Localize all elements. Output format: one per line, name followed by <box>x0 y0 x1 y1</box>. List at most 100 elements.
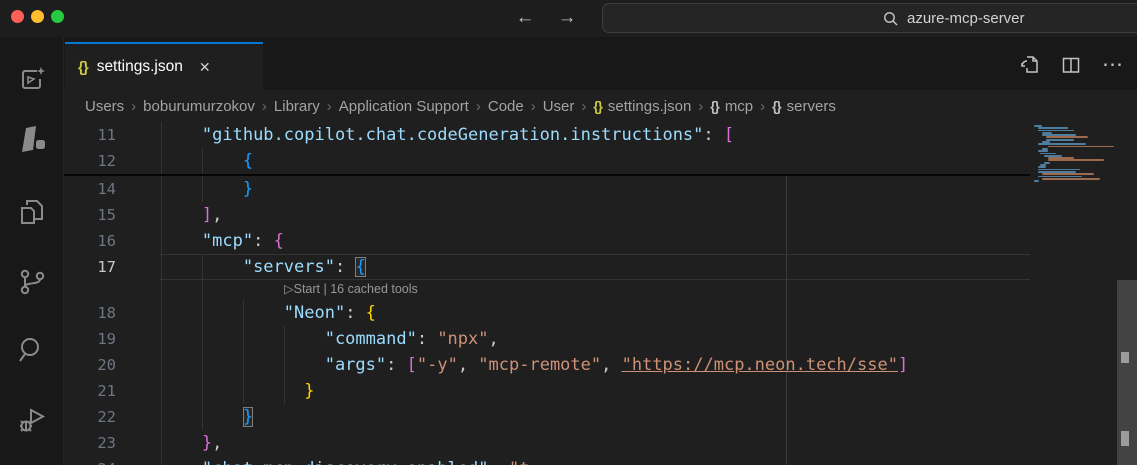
search-view-icon[interactable] <box>16 334 48 366</box>
title-bar: ← → azure-mcp-server <box>0 0 1137 37</box>
line-number[interactable]: 15 <box>64 202 116 228</box>
copilot-edits-icon[interactable] <box>16 64 48 96</box>
minimap-line <box>1048 146 1114 148</box>
chevron-right-icon: › <box>698 98 703 115</box>
search-icon <box>883 11 899 27</box>
breadcrumb-label: Application Support <box>339 98 469 115</box>
code-line-21[interactable]: 21 } <box>64 378 1030 404</box>
search-query-text: azure-mcp-server <box>907 4 1025 33</box>
code-text: { <box>116 151 253 171</box>
more-actions-icon[interactable]: ⋯ <box>1102 55 1123 75</box>
breadcrumb-label: Library <box>274 98 320 115</box>
sticky-scroll[interactable]: 11 "github.copilot.chat.codeGeneration.i… <box>64 122 1030 174</box>
line-number[interactable]: 16 <box>64 228 116 254</box>
breadcrumb-label: User <box>543 98 575 115</box>
line-number[interactable]: 23 <box>64 430 116 456</box>
chevron-right-icon: › <box>262 98 267 115</box>
line-number[interactable]: 24 <box>64 456 116 465</box>
json-symbol-icon: {} <box>772 99 781 114</box>
json-file-icon: {} <box>78 59 88 76</box>
code-line-22[interactable]: 22 } <box>64 404 1030 430</box>
line-number[interactable]: 11 <box>64 122 116 148</box>
close-tab-icon[interactable]: ✕ <box>199 59 211 76</box>
breadcrumb-item-code[interactable]: Code <box>488 98 524 115</box>
sticky-scroll-separator <box>64 174 1030 176</box>
chevron-right-icon: › <box>327 98 332 115</box>
code-text: } <box>116 381 314 401</box>
code-text: } <box>116 179 253 199</box>
run-and-debug-icon[interactable] <box>16 404 48 436</box>
split-editor-icon[interactable] <box>1061 55 1081 75</box>
open-settings-ui-icon[interactable] <box>1019 54 1040 75</box>
chevron-right-icon: › <box>760 98 765 115</box>
tab-settings-json[interactable]: {} settings.json ✕ <box>65 42 263 90</box>
code-line-11[interactable]: 11 "github.copilot.chat.codeGeneration.i… <box>64 122 1030 148</box>
code-text: "args": ["-y", "mcp-remote", "https://mc… <box>116 355 908 375</box>
line-number[interactable]: 14 <box>64 176 116 202</box>
breadcrumb-item-servers[interactable]: {} servers <box>772 98 836 115</box>
breadcrumb-item-mcp[interactable]: {}mcp <box>710 98 753 115</box>
code-text: } <box>116 407 253 427</box>
code-line-16[interactable]: 16 "mcp": { <box>64 228 1030 254</box>
code-line-19[interactable]: 19 "command": "npx", <box>64 326 1030 352</box>
code-line-17[interactable]: 17 "servers": { <box>64 254 1030 280</box>
copilot-icon[interactable] <box>16 124 48 156</box>
chevron-right-icon: › <box>476 98 481 115</box>
minimap-line <box>1042 178 1100 180</box>
line-number[interactable]: 12 <box>64 148 116 174</box>
command-center-search[interactable]: azure-mcp-server <box>602 3 1137 33</box>
code-text: "chat.mcp.discovery.enabled": "t <box>116 459 529 465</box>
breadcrumb-item-boburumurzokov[interactable]: boburumurzokov <box>143 98 255 115</box>
breadcrumb: Users › boburumurzokov › Library › Application… <box>64 90 1137 122</box>
line-number[interactable]: 20 <box>64 352 116 378</box>
line-number[interactable]: 19 <box>64 326 116 352</box>
line-number[interactable]: 22 <box>64 404 116 430</box>
breadcrumb-label: Users <box>85 98 124 115</box>
minimap-line <box>1038 166 1046 168</box>
breadcrumb-item-users[interactable]: Users <box>85 98 124 115</box>
code-line-14[interactable]: 14 } <box>64 176 1030 202</box>
line-number[interactable]: 17 <box>64 254 116 280</box>
source-control-icon[interactable] <box>16 266 48 298</box>
navigate-back-button[interactable]: ← <box>512 4 538 32</box>
chevron-right-icon: › <box>131 98 136 115</box>
breadcrumb-label: servers <box>787 98 836 115</box>
code-line-20[interactable]: 20 "args": ["-y", "mcp-remote", "https:/… <box>64 352 1030 378</box>
line-number[interactable]: 18 <box>64 300 116 326</box>
code-line-23[interactable]: 23 }, <box>64 430 1030 456</box>
code-text: "servers": { <box>116 257 366 277</box>
minimap-line <box>1046 139 1074 141</box>
line-number[interactable]: 21 <box>64 378 116 404</box>
scrollbar-decoration <box>1121 431 1129 446</box>
code-line-18[interactable]: 18 "Neon": { <box>64 300 1030 326</box>
breadcrumb-item-user[interactable]: User <box>543 98 575 115</box>
code-line-15[interactable]: 15 ], <box>64 202 1030 228</box>
codelens-separator: | <box>320 282 330 296</box>
breadcrumb-label: mcp <box>725 98 753 115</box>
minimize-window-button[interactable] <box>31 10 44 23</box>
code-text: }, <box>116 433 222 453</box>
indent-guide <box>202 148 203 174</box>
explorer-icon[interactable] <box>16 196 48 228</box>
codelens-cached-tools-link[interactable]: 16 cached tools <box>330 282 418 296</box>
breadcrumb-item-settings-json[interactable]: {}settings.json <box>593 98 691 115</box>
indent-guide <box>161 122 162 174</box>
minimap-line <box>1034 180 1039 182</box>
scrollbar <box>1117 122 1137 465</box>
breadcrumb-item-library[interactable]: Library <box>274 98 320 115</box>
close-window-button[interactable] <box>11 10 24 23</box>
breadcrumb-item-application-support[interactable]: Application Support <box>339 98 469 115</box>
chevron-right-icon: › <box>581 98 586 115</box>
code-line-12[interactable]: 12 { <box>64 148 1030 174</box>
tab-label: settings.json <box>97 58 183 76</box>
codelens-start-link[interactable]: ▷Start <box>284 282 320 296</box>
zoom-window-button[interactable] <box>51 10 64 23</box>
code-text: "github.copilot.chat.codeGeneration.inst… <box>116 125 734 145</box>
editor[interactable]: 14 }15 ],16 "mcp": {17 "servers": {▷Star… <box>64 122 1137 465</box>
activity-bar <box>0 37 64 465</box>
navigate-forward-button[interactable]: → <box>554 4 580 32</box>
code-line-24[interactable]: 24 "chat.mcp.discovery.enabled": "t <box>64 456 1030 465</box>
breadcrumb-label: Code <box>488 98 524 115</box>
minimap[interactable] <box>1030 122 1117 465</box>
minimap-line <box>1038 143 1086 145</box>
